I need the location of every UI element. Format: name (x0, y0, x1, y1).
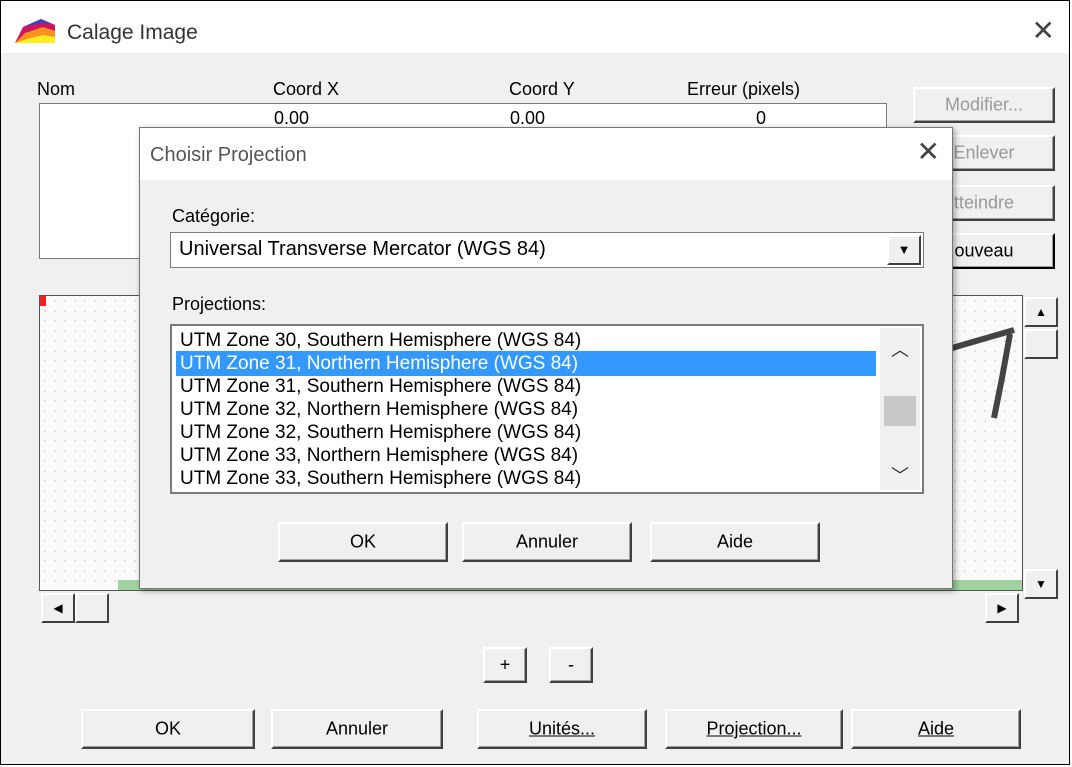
arrow-down-icon[interactable]: ▼ (1024, 569, 1058, 599)
help-button[interactable]: Aide (851, 709, 1021, 749)
projection-item[interactable]: UTM Zone 32, Northern Hemisphere (WGS 84… (176, 397, 876, 422)
arrow-up-icon[interactable]: ▲ (1024, 297, 1058, 327)
gcp-x-value: 0.00 (274, 108, 310, 128)
column-header-x: Coord X (273, 79, 340, 99)
horizontal-scrollbar[interactable]: ◀ ▶ (39, 591, 1023, 625)
dialog-ok-button[interactable]: OK (278, 522, 448, 562)
dialog-title: Choisir Projection (150, 144, 307, 166)
projection-item[interactable]: UTM Zone 30, Southern Hemisphere (WGS 84… (176, 328, 876, 353)
choose-projection-dialog: Choisir Projection ✕ Catégorie: Universa… (139, 127, 953, 589)
chevron-down-icon[interactable]: ▼ (887, 235, 921, 265)
dialog-ok-label: OK (349, 531, 376, 552)
projection-item[interactable]: UTM Zone 32, Southern Hemisphere (WGS 84… (176, 420, 876, 445)
arrow-right-icon[interactable]: ▶ (985, 593, 1019, 623)
projection-item[interactable]: UTM Zone 33, Northern Hemisphere (WGS 84… (176, 443, 876, 468)
list-scroll-thumb[interactable] (884, 396, 916, 426)
modify-button[interactable]: Modifier... (913, 87, 1055, 123)
zoom-out-button[interactable]: - (549, 647, 593, 683)
gcp-y-value: 0.00 (510, 108, 546, 128)
units-button-label: Unités... (528, 718, 596, 739)
zoom-in-label: + (499, 654, 511, 675)
category-label: Catégorie: (172, 206, 256, 226)
main-title-bar: Calage Image ✕ (1, 1, 1069, 53)
units-button[interactable]: Unités... (477, 709, 647, 749)
zoom-out-label: - (568, 654, 574, 675)
projection-item[interactable]: UTM Zone 33, Southern Hemisphere (WGS 84… (176, 466, 876, 491)
projection-button-label: Projection... (706, 718, 802, 739)
category-value: Universal Transverse Mercator (WGS 84) (179, 238, 546, 260)
cancel-button-label: Annuler (325, 718, 389, 739)
chevron-up-icon[interactable]: ︿ (880, 336, 920, 362)
map-layers-icon (15, 19, 55, 43)
projection-item-selected[interactable]: UTM Zone 31, Northern Hemisphere (WGS 84… (176, 351, 876, 376)
category-select[interactable]: Universal Transverse Mercator (WGS 84) ▼ (170, 232, 924, 268)
ok-button[interactable]: OK (81, 709, 255, 749)
arrow-left-icon[interactable]: ◀ (41, 593, 75, 623)
projection-item[interactable]: UTM Zone 31, Southern Hemisphere (WGS 84… (176, 374, 876, 399)
dialog-title-bar: Choisir Projection ✕ (140, 128, 952, 180)
scroll-thumb[interactable] (1024, 329, 1058, 359)
projection-button[interactable]: Projection... (665, 709, 843, 749)
column-header-error: Erreur (pixels) (687, 79, 801, 99)
dialog-cancel-label: Annuler (515, 531, 579, 552)
window-title: Calage Image (67, 21, 198, 44)
chevron-down-icon[interactable]: ﹀ (880, 462, 920, 488)
gcp-error-value: 0 (756, 108, 767, 128)
cancel-button[interactable]: Annuler (271, 709, 443, 749)
help-button-label: Aide (917, 718, 955, 739)
dialog-help-label: Aide (716, 531, 754, 552)
dialog-help-button[interactable]: Aide (650, 522, 820, 562)
ok-button-label: OK (154, 718, 181, 739)
calage-image-window: Calage Image ✕ Nom Coord X Coord Y Erreu… (0, 0, 1070, 765)
close-icon[interactable]: ✕ (917, 138, 940, 166)
zoom-in-button[interactable]: + (483, 647, 527, 683)
hscroll-thumb[interactable] (75, 593, 109, 623)
dialog-cancel-button[interactable]: Annuler (462, 522, 632, 562)
image-corner-marker (40, 296, 46, 306)
vertical-scrollbar[interactable]: ▲ ▼ (1023, 295, 1059, 605)
projections-label: Projections: (172, 294, 267, 314)
modify-button-label: Modifier... (944, 94, 1024, 115)
list-scrollbar[interactable]: ︿ ﹀ (880, 328, 920, 490)
close-icon[interactable]: ✕ (1032, 17, 1055, 45)
projections-list[interactable]: UTM Zone 30, Southern Hemisphere (WGS 84… (170, 324, 924, 494)
column-header-name: Nom (37, 79, 76, 99)
column-header-y: Coord Y (509, 79, 575, 99)
